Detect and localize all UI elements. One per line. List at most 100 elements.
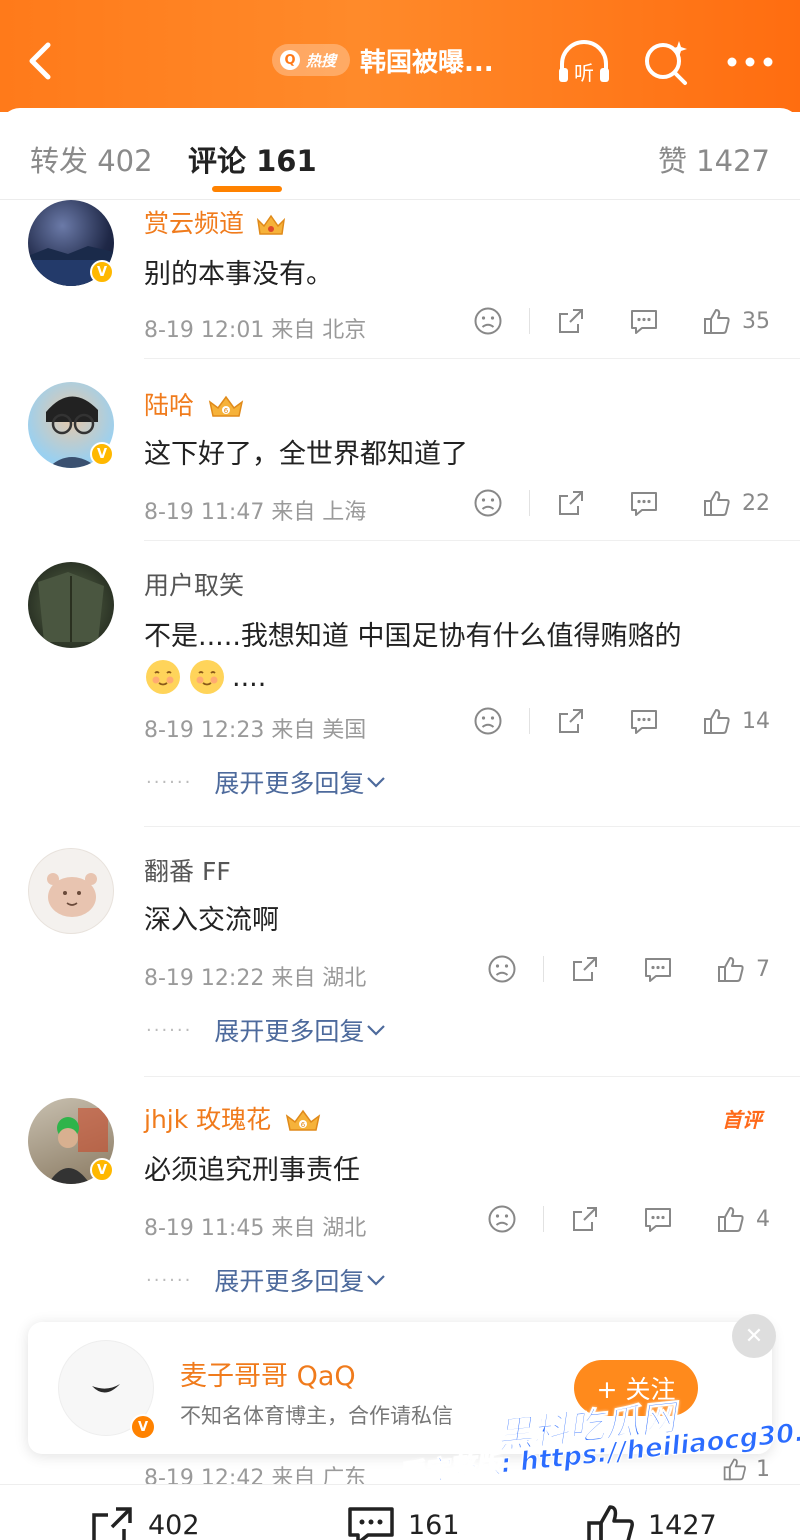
verified-icon: V <box>130 1414 156 1440</box>
first-comment-badge: 首评 <box>722 1108 762 1132</box>
listen-label: 听 <box>574 61 594 85</box>
username[interactable]: 陆哈 6 <box>144 386 246 422</box>
tab-comment[interactable]: 评论 161 <box>188 138 317 180</box>
like-button[interactable]: 35 <box>702 306 770 336</box>
expand-replies-link[interactable]: ······ 展开更多回复 <box>146 1262 388 1298</box>
username[interactable]: 翻番 FF <box>144 852 231 888</box>
suggested-user-bio: 不知名体育博主，合作请私信 <box>180 1404 453 1428</box>
share-icon <box>559 709 583 733</box>
like-count: 22 <box>742 490 770 516</box>
sad-face-icon <box>474 307 502 335</box>
dislike-button[interactable] <box>487 954 517 984</box>
search-icon: Q <box>280 50 300 70</box>
hot-search-tag[interactable]: Q 热搜 <box>272 44 351 76</box>
crown-icon: 6 <box>285 1109 321 1131</box>
comment-bubble-icon <box>645 1208 671 1232</box>
chevron-down-icon <box>367 1025 386 1036</box>
comment-button[interactable]: 161 <box>346 1505 460 1540</box>
like-button[interactable]: 22 <box>702 488 770 518</box>
thumbs-up-icon <box>704 709 730 734</box>
like-button[interactable]: 14 <box>702 706 770 736</box>
expand-replies-link[interactable]: ······ 展开更多回复 <box>146 1012 388 1048</box>
verified-icon: V <box>90 260 114 284</box>
reply-button[interactable] <box>628 306 660 336</box>
reply-button[interactable] <box>628 706 660 736</box>
dislike-button[interactable] <box>473 306 503 336</box>
like-button[interactable]: 1427 <box>586 1505 717 1540</box>
bottom-action-bar: 402 161 1427 <box>0 1484 800 1540</box>
like-count: 14 <box>742 708 770 734</box>
search-sparkle-icon <box>645 41 687 85</box>
share-button[interactable] <box>556 306 586 336</box>
sad-face-icon <box>474 489 502 517</box>
username[interactable]: 赏云频道 <box>144 204 286 240</box>
like-count: 35 <box>742 308 770 334</box>
chevron-down-icon <box>367 777 386 788</box>
dislike-button[interactable] <box>487 1204 517 1234</box>
back-arrow-icon <box>29 42 51 80</box>
like-button[interactable]: 7 <box>716 954 770 984</box>
comment-bubble-icon <box>348 1507 394 1540</box>
crown-icon: 6 <box>208 395 244 417</box>
comment-text-line2: .... <box>144 658 266 696</box>
share-icon <box>573 1207 597 1231</box>
comment-actions: 14 <box>473 706 770 736</box>
chevron-down-icon <box>367 1275 386 1286</box>
avatar[interactable] <box>28 848 114 934</box>
top-header: Q 热搜 韩国被曝... 听 <box>0 0 800 112</box>
username[interactable]: jhjk 玫瑰花 6 <box>144 1100 323 1136</box>
comment-text: 别的本事没有。 <box>144 259 333 290</box>
suggested-username[interactable]: 麦子哥哥 QaQ <box>180 1354 356 1393</box>
repost-button[interactable]: 402 <box>90 1505 200 1540</box>
banana-icon <box>92 1384 120 1393</box>
sad-face-icon <box>488 1205 516 1233</box>
comment-meta: 8-19 12:23 来自 美国 <box>144 718 367 743</box>
username[interactable]: 用户取笑 <box>144 566 244 602</box>
share-button[interactable] <box>570 954 600 984</box>
reply-button[interactable] <box>628 488 660 518</box>
comment-bubble-icon <box>631 710 657 734</box>
search-button[interactable] <box>638 36 694 88</box>
page-title[interactable]: 韩国被曝... <box>360 42 494 79</box>
svg-text:6: 6 <box>301 1121 306 1129</box>
headphones-icon: 听 <box>559 40 609 85</box>
comment-text: 这下好了，全世界都知道了 <box>144 439 468 470</box>
dislike-button[interactable] <box>473 706 503 736</box>
avatar-cartoon-image <box>47 873 97 917</box>
like-count: 7 <box>756 956 770 982</box>
share-icon <box>573 957 597 981</box>
more-button[interactable] <box>722 36 778 88</box>
comment-bubble-icon <box>631 310 657 334</box>
tab-likes[interactable]: 赞 1427 <box>658 138 770 180</box>
comment-meta: 8-19 12:01 来自 北京 <box>144 318 367 343</box>
comment-text: 不是.....我想知道 中国足协有什么值得贿赂的 <box>144 621 682 652</box>
reply-button[interactable] <box>642 954 674 984</box>
thumbs-up-icon <box>587 1505 634 1540</box>
expand-replies-link[interactable]: ······ 展开更多回复 <box>146 764 388 800</box>
like-button[interactable]: 4 <box>716 1204 770 1234</box>
share-button[interactable] <box>570 1204 600 1234</box>
like-button[interactable]: 1 <box>722 1456 770 1482</box>
verified-icon: V <box>90 442 114 466</box>
comment-meta: 8-19 11:45 来自 湖北 <box>144 1216 367 1241</box>
comment-actions: 7 <box>487 954 770 984</box>
dislike-button[interactable] <box>473 488 503 518</box>
verified-icon: V <box>90 1158 114 1182</box>
comment-bubble-icon <box>645 958 671 982</box>
comment-text: 深入交流啊 <box>144 905 279 936</box>
smile-emoji-icon <box>146 660 180 694</box>
thumbs-up-icon <box>723 1458 746 1481</box>
crown-icon <box>256 214 286 235</box>
thumbs-up-icon <box>718 957 744 982</box>
smile-emoji-icon <box>190 660 224 694</box>
reply-button[interactable] <box>642 1204 674 1234</box>
share-button[interactable] <box>556 488 586 518</box>
comment-meta: 8-19 11:47 来自 上海 <box>144 500 367 525</box>
tab-repost[interactable]: 转发 402 <box>30 138 153 180</box>
back-button[interactable] <box>18 36 62 86</box>
listen-button[interactable]: 听 <box>556 36 612 88</box>
close-icon[interactable]: ✕ <box>732 1314 776 1358</box>
share-button[interactable] <box>556 706 586 736</box>
svg-text:6: 6 <box>224 407 229 415</box>
avatar[interactable] <box>28 562 114 648</box>
